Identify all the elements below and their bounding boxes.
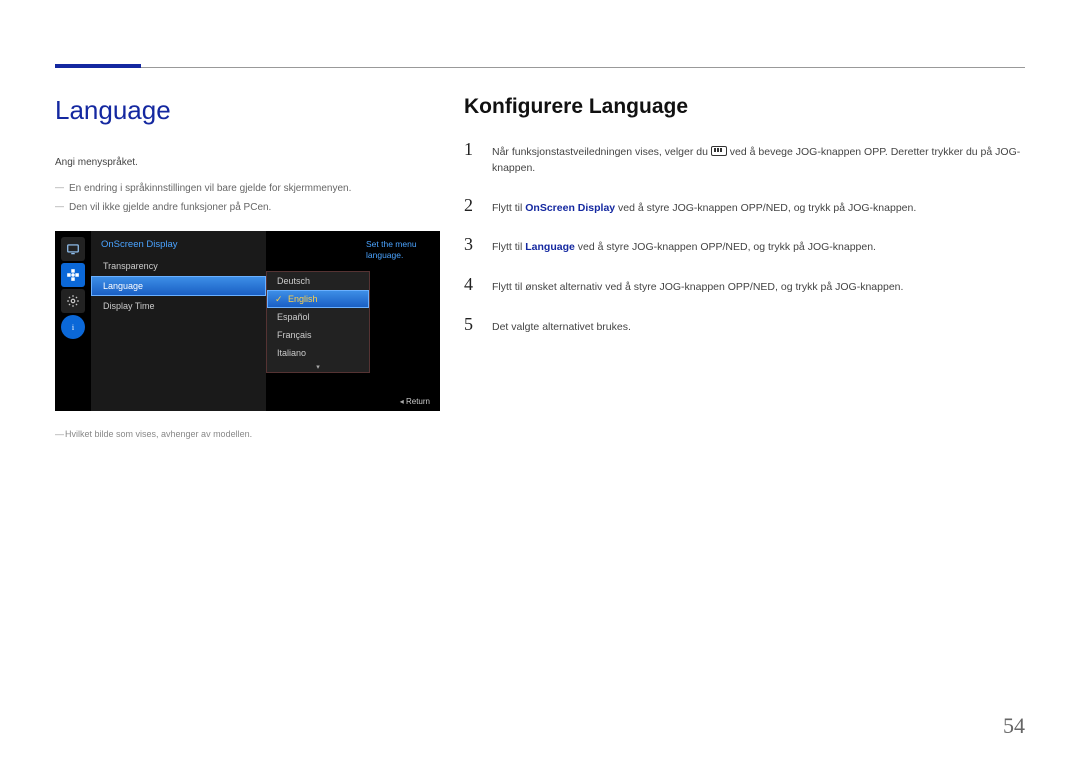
step-list: 1 Når funksjonstastveiledningen vises, ve… (464, 139, 1025, 336)
section-title: Konfigurere Language (464, 95, 1025, 119)
step-number: 1 (464, 139, 478, 160)
osd-help-text: Set the menu language. (366, 239, 430, 261)
osd-submenu-item: Français (267, 326, 369, 344)
picture-icon (61, 237, 85, 261)
chevron-down-icon: ▾ (267, 362, 369, 372)
step: 2 Flytt til OnScreen Display ved å styre … (464, 195, 1025, 217)
osd-menu-item: Transparency (91, 256, 266, 276)
separator-accent (55, 64, 141, 68)
osd-menu-item: Display Time (91, 296, 266, 316)
step-number: 4 (464, 274, 478, 295)
osd-screenshot: i OnScreen Display Transparency Language… (55, 231, 440, 411)
step-number: 5 (464, 314, 478, 335)
step: 4 Flytt til ønsket alternativ ved å styre… (464, 274, 1025, 296)
osd-submenu-item: Italiano (267, 344, 369, 362)
step-text: Når funksjonstastveiledningen vises, vel… (492, 145, 1025, 177)
intro-text: Angi menyspråket. (55, 154, 440, 171)
osd-display-icon (61, 263, 85, 287)
emphasis: OnScreen Display (525, 202, 615, 214)
osd-menu-panel: OnScreen Display Transparency Language D… (91, 231, 266, 411)
step-text: Flytt til OnScreen Display ved å styre J… (492, 201, 1025, 217)
osd-icon-sidebar: i (55, 231, 91, 411)
osd-menu-header: OnScreen Display (91, 235, 266, 256)
note-item: En endring i språkinnstillingen vil bare… (55, 179, 440, 198)
osd-submenu-item: Español (267, 308, 369, 326)
step: 3 Flytt til Language ved å styre JOG-knap… (464, 234, 1025, 256)
step: 1 Når funksjonstastveiledningen vises, ve… (464, 139, 1025, 177)
note-list: En endring i språkinnstillingen vil bare… (55, 179, 440, 217)
info-icon: i (61, 315, 85, 339)
setup-icon (61, 289, 85, 313)
step-text: Det valgte alternativet brukes. (492, 320, 1025, 336)
emphasis: Language (525, 241, 575, 253)
step: 5 Det valgte alternativet brukes. (464, 314, 1025, 336)
step-number: 2 (464, 195, 478, 216)
page-title: Language (55, 95, 440, 126)
osd-submenu-item: Deutsch (267, 272, 369, 290)
osd-submenu-item-selected: English (267, 290, 369, 308)
osd-return-label: Return (400, 397, 430, 406)
note-item: Den vil ikke gjelde andre funksjoner på … (55, 198, 440, 217)
step-text: Flytt til ønsket alternativ ved å styre … (492, 280, 1025, 296)
osd-menu-item-selected: Language (91, 276, 266, 296)
step-number: 3 (464, 234, 478, 255)
footnote: Hvilket bilde som vises, avhenger av mod… (55, 429, 440, 439)
step-text: Flytt til Language ved å styre JOG-knapp… (492, 240, 1025, 256)
osd-submenu: Deutsch English Español Français Italian… (266, 271, 370, 373)
page-number: 54 (1003, 713, 1025, 739)
separator-line (55, 67, 1025, 68)
menu-icon (711, 146, 727, 156)
